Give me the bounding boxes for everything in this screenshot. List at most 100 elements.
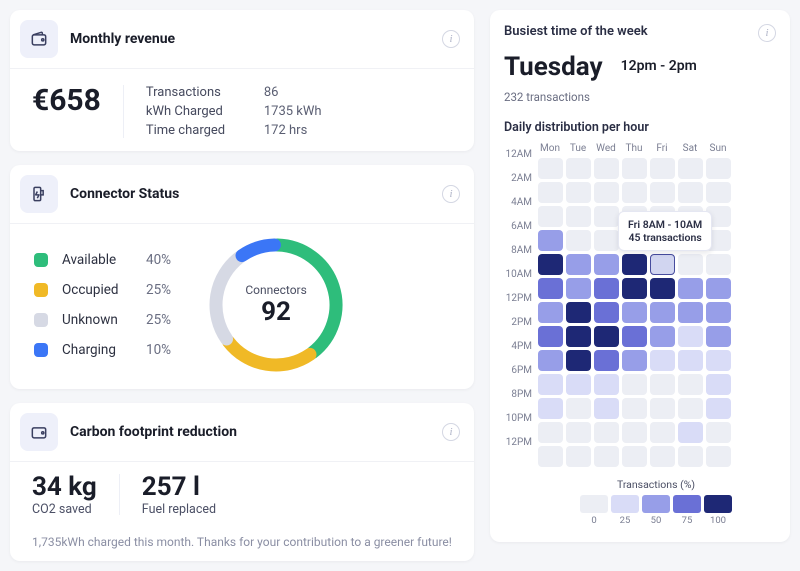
info-icon[interactable]: i (758, 24, 776, 42)
heatmap-cell[interactable] (650, 326, 675, 347)
heatmap-cell[interactable] (678, 422, 703, 443)
heatmap-cell[interactable] (678, 254, 703, 275)
heatmap-cell[interactable] (594, 254, 619, 275)
heatmap-cell[interactable] (538, 182, 563, 203)
heatmap-cell[interactable] (706, 182, 731, 203)
heatmap-cell[interactable] (706, 446, 731, 467)
heatmap-cell[interactable] (622, 446, 647, 467)
heatmap-cell[interactable] (678, 374, 703, 395)
heatmap-cell[interactable] (566, 254, 591, 275)
heatmap-cell[interactable] (706, 302, 731, 323)
heatmap-cell[interactable] (566, 374, 591, 395)
heatmap-cell[interactable] (650, 398, 675, 419)
heatmap-cell[interactable] (538, 278, 563, 299)
heatmap-cell[interactable] (566, 230, 591, 251)
legend-tick: 25 (611, 515, 639, 526)
heatmap-cell[interactable] (622, 254, 647, 275)
busiest-day: Tuesday (504, 52, 603, 82)
heatmap-cell[interactable] (594, 230, 619, 251)
info-icon[interactable]: i (442, 185, 460, 203)
heatmap-cell[interactable] (538, 230, 563, 251)
heatmap-cell[interactable] (706, 158, 731, 179)
heatmap-cell[interactable] (678, 350, 703, 371)
heatmap-cell[interactable] (566, 278, 591, 299)
heatmap-cell[interactable] (538, 158, 563, 179)
heatmap-cell[interactable] (594, 278, 619, 299)
heatmap-cell[interactable] (538, 398, 563, 419)
heatmap-cell[interactable] (538, 254, 563, 275)
heatmap-cell[interactable] (538, 206, 563, 227)
heatmap-cell[interactable] (622, 422, 647, 443)
divider (119, 474, 120, 515)
heatmap-cell[interactable] (650, 254, 675, 275)
heatmap-cell[interactable] (594, 326, 619, 347)
heatmap-cell[interactable] (678, 446, 703, 467)
legend-tick: 50 (642, 515, 670, 526)
heatmap-cell[interactable] (566, 350, 591, 371)
heatmap-cell[interactable] (622, 182, 647, 203)
legend-value: 25% (146, 312, 171, 328)
heatmap-cell[interactable] (594, 446, 619, 467)
heatmap-cell[interactable] (650, 302, 675, 323)
day-label: Mon (536, 143, 564, 154)
heatmap-cell[interactable] (678, 158, 703, 179)
legend-tick: 0 (580, 515, 608, 526)
heatmap-cell[interactable] (566, 158, 591, 179)
heatmap-cell[interactable] (594, 158, 619, 179)
heatmap-cell[interactable] (678, 182, 703, 203)
heatmap-cell[interactable] (650, 158, 675, 179)
charger-icon (20, 175, 58, 213)
info-icon[interactable]: i (442, 423, 460, 441)
heatmap-cell[interactable] (622, 398, 647, 419)
heatmap-cell[interactable] (706, 398, 731, 419)
heatmap-cell[interactable] (706, 326, 731, 347)
heatmap-cell[interactable] (678, 302, 703, 323)
heatmap-cell[interactable] (706, 254, 731, 275)
heatmap-cell[interactable] (706, 422, 731, 443)
hour-label: 8PM (504, 383, 532, 407)
heatmap-cell[interactable] (622, 158, 647, 179)
heatmap-cell[interactable] (622, 302, 647, 323)
heatmap-cell[interactable] (538, 446, 563, 467)
heatmap-cell[interactable] (538, 326, 563, 347)
heatmap-cell[interactable] (650, 374, 675, 395)
heatmap-cell[interactable] (538, 422, 563, 443)
heatmap-cell[interactable] (594, 422, 619, 443)
heatmap-cell[interactable] (594, 302, 619, 323)
info-icon[interactable]: i (442, 30, 460, 48)
hour-label: 2PM (504, 311, 532, 335)
heatmap-cell[interactable] (706, 350, 731, 371)
heatmap-cell[interactable] (594, 350, 619, 371)
heatmap-cell[interactable] (678, 398, 703, 419)
hour-label: 4PM (504, 335, 532, 359)
heatmap-cell[interactable] (706, 278, 731, 299)
heatmap-cell[interactable] (566, 422, 591, 443)
heatmap-cell[interactable] (594, 206, 619, 227)
heatmap-cell[interactable] (622, 326, 647, 347)
heatmap-cell[interactable] (706, 374, 731, 395)
heatmap-cell[interactable] (594, 398, 619, 419)
heatmap-cell[interactable] (566, 446, 591, 467)
heatmap-cell[interactable] (622, 374, 647, 395)
heatmap-cell[interactable] (650, 446, 675, 467)
heatmap-cell[interactable] (650, 278, 675, 299)
heatmap-cell[interactable] (594, 374, 619, 395)
heatmap-cell[interactable] (566, 182, 591, 203)
heatmap-cell[interactable] (538, 350, 563, 371)
heatmap-cell[interactable] (650, 350, 675, 371)
heatmap-cell[interactable] (538, 374, 563, 395)
heatmap-cell[interactable] (650, 422, 675, 443)
heatmap-cell[interactable] (538, 302, 563, 323)
heatmap-cell[interactable] (622, 278, 647, 299)
heatmap-cell[interactable] (566, 398, 591, 419)
heatmap-cell[interactable] (622, 350, 647, 371)
heatmap-cell[interactable] (594, 182, 619, 203)
tooltip-line2: 45 transactions (628, 231, 702, 244)
heatmap-cell[interactable] (678, 326, 703, 347)
heatmap-cell[interactable] (566, 302, 591, 323)
heatmap-cell[interactable] (566, 206, 591, 227)
divider (123, 85, 124, 138)
heatmap-cell[interactable] (678, 278, 703, 299)
heatmap-cell[interactable] (650, 182, 675, 203)
heatmap-cell[interactable] (566, 326, 591, 347)
